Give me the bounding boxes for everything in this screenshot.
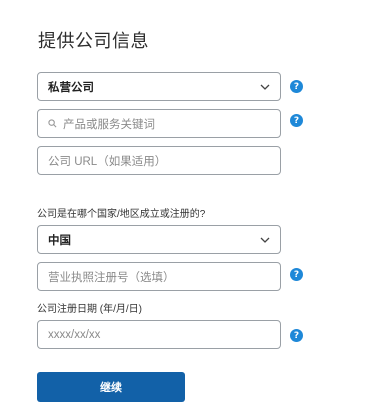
country-value: 中国 (48, 234, 71, 247)
reg-date-input[interactable]: xxxx/xx/xx (37, 320, 281, 349)
company-url-placeholder: 公司 URL（如果适用） (48, 155, 167, 168)
country-select[interactable]: 中国 (37, 225, 281, 254)
chevron-down-icon (260, 84, 270, 90)
help-icon[interactable]: ? (290, 329, 303, 342)
company-url-input[interactable]: 公司 URL（如果适用） (37, 146, 281, 175)
help-icon[interactable]: ? (290, 114, 303, 127)
reg-date-label: 公司注册日期 (年/月/日) (37, 304, 142, 315)
help-icon[interactable]: ? (290, 80, 303, 93)
company-type-value: 私营公司 (48, 81, 94, 94)
keywords-placeholder: 产品或服务关键词 (63, 118, 155, 131)
business-license-input[interactable]: 营业执照注册号（选填） (37, 262, 281, 291)
company-type-select[interactable]: 私营公司 (37, 72, 281, 101)
page-title: 提供公司信息 (38, 31, 149, 51)
chevron-down-icon (260, 237, 270, 243)
country-question-label: 公司是在哪个国家/地区成立或注册的? (37, 209, 206, 220)
keywords-input[interactable]: 产品或服务关键词 (37, 109, 281, 138)
reg-date-placeholder: xxxx/xx/xx (48, 328, 101, 341)
help-icon[interactable]: ? (290, 268, 303, 281)
business-license-placeholder: 营业执照注册号（选填） (48, 271, 175, 284)
continue-button[interactable]: 继续 (37, 372, 185, 402)
search-icon (48, 119, 57, 128)
